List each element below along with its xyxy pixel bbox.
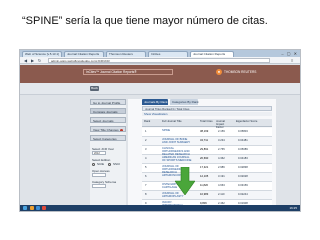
- sidebar-box-label: View Title Changes: [93, 128, 119, 132]
- taskbar-clock: 16:25: [289, 206, 297, 210]
- table-cell-cites: 12,105: [200, 175, 209, 178]
- table-cell-jif: 2.159: [218, 130, 225, 133]
- table-row[interactable]: 6 ARTHROSCOPY 12,105 3.191 0.02028: [142, 173, 272, 182]
- table-cell-eigen: 0.03159: [238, 184, 248, 187]
- table-cell-jif: 4.663: [218, 184, 225, 187]
- table-cell-eigen: 0.04183: [238, 157, 248, 160]
- sidebar-compare-journals[interactable]: Compare Journals: [90, 108, 126, 114]
- tab-journals-by-rank[interactable]: Journals By Rank: [142, 99, 168, 105]
- left-sidebar: Go to Journal Profile Compare Journals S…: [90, 99, 126, 211]
- thomson-reuters-logo-icon: ●: [216, 69, 222, 75]
- table-row[interactable]: 7 OSTEOARTHRITIS AND CARTILAGE 11,820 4.663…: [142, 182, 272, 191]
- main-panel: Journals By Rank Categories By Rank Jour…: [128, 99, 276, 211]
- banner-title[interactable]: InCites™ Journal Citation Reports®: [83, 69, 173, 75]
- table-row[interactable]: 1 SPINE 38,169 2.159 0.05803: [142, 128, 272, 137]
- edition-label: SCIE: [97, 162, 105, 166]
- taskbar-app-icon[interactable]: [36, 206, 40, 210]
- window-controls[interactable]: – ▢ ✕: [281, 51, 298, 56]
- table-cell-eigen: 0.02244: [238, 193, 248, 196]
- site-banner: InCites™ Journal Citation Reports® ● THO…: [20, 65, 300, 83]
- column-header[interactable]: Total Cites: [200, 120, 213, 123]
- start-button-icon[interactable]: [23, 206, 27, 210]
- table-header: Rank Full Journal Title Total Cites Jour…: [142, 119, 272, 129]
- table-cell-cites: 9,623: [200, 211, 207, 212]
- table-cell-eigen: 0.02838: [238, 166, 248, 169]
- back-arrow-icon[interactable]: ◀: [23, 58, 28, 63]
- browser-tab-bar: Web of Science [v.5.13.1] Journal Citati…: [20, 50, 300, 57]
- table-cell-jif: 2.110: [218, 193, 225, 196]
- sidebar-view-title-changes[interactable]: View Title Changes: [90, 126, 126, 132]
- sidebar-go-to-journal[interactable]: Go to Journal Profile: [90, 99, 126, 105]
- back-button[interactable]: Back: [90, 86, 99, 91]
- table-cell-jif: 2.765: [218, 148, 225, 151]
- menu-icon[interactable]: ≡: [291, 58, 296, 63]
- edition-label: SSCI: [113, 162, 121, 166]
- table-cell-rank: 10: [145, 211, 148, 212]
- table-cell-jif: 3.234: [218, 139, 225, 142]
- table-cell-jif: 3.191: [218, 175, 225, 178]
- table-row[interactable]: 2 JOURNAL OF BONE AND JOINT SURGERY 34,711…: [142, 137, 272, 146]
- green-down-arrow-icon: [175, 167, 195, 195]
- table-cell-cites: 34,711: [200, 139, 209, 142]
- table-cell-rank: 8: [145, 193, 147, 196]
- table-row[interactable]: 5JOURNAL OF ORTHOPAEDIC RESEARCH17,3212.…: [142, 164, 272, 174]
- edition-radio[interactable]: [92, 163, 95, 166]
- table-row[interactable]: 3CLINICAL ORTHOPAEDICS AND RELATED RESEA…: [142, 146, 272, 156]
- forward-arrow-icon[interactable]: ▶: [30, 58, 35, 63]
- table-cell-cites: 29,891: [200, 148, 209, 151]
- column-header[interactable]: Rank: [144, 120, 150, 123]
- table-cell-rank: 2: [145, 139, 147, 142]
- table-cell-cites: 10,983: [200, 193, 209, 196]
- table-cell-eigen: 0.05803: [238, 130, 248, 133]
- table-row[interactable]: 4 AMERICAN JOURNAL OF SPORTS MEDICINE 20,6…: [142, 155, 272, 164]
- table-cell-eigen: 0.04481: [238, 139, 248, 142]
- sidebar-select-categories[interactable]: Select Categories: [90, 135, 126, 141]
- results-info: Journal Titles Ranked by Total Cites: [142, 106, 272, 111]
- table-cell-title[interactable]: SPINE: [162, 129, 192, 132]
- page-toolbar: Back: [20, 83, 300, 95]
- alert-dot-icon: [120, 129, 123, 131]
- column-header[interactable]: Eigenfactor Score: [236, 120, 257, 123]
- sidebar-select-journals[interactable]: Select Journals: [90, 117, 126, 123]
- jcr-year-value: 2012: [94, 152, 100, 155]
- table-cell-jif: 4.362: [218, 157, 225, 160]
- edition-radio[interactable]: [108, 163, 111, 166]
- table-row[interactable]: 8 JOURNAL OF ARTHROPLASTY 10,983 2.110 0.022…: [142, 191, 272, 200]
- tab-categories-by-rank[interactable]: Categories By Rank: [170, 99, 199, 105]
- table-cell-cites: 38,169: [200, 130, 209, 133]
- table-cell-rank: 3: [145, 148, 147, 151]
- jcr-year-select[interactable]: 2012: [92, 151, 106, 155]
- reload-icon[interactable]: ↻: [37, 58, 42, 63]
- taskbar-app-icon[interactable]: [42, 206, 46, 210]
- url-input[interactable]: admin-apps.webofknowledge.com/JCR/JCR: [48, 58, 270, 63]
- table-cell-rank: 4: [145, 157, 147, 160]
- table-cell-eigen: 0.05089: [238, 148, 248, 151]
- visualization-link[interactable]: Show Visualization: [142, 112, 272, 116]
- table-cell-rank: 1: [145, 130, 147, 133]
- table-cell-eigen: 0.02491: [238, 211, 248, 212]
- slide-caption: “SPINE” sería la que tiene mayor número …: [22, 15, 268, 27]
- table-cell-jif: 2.473: [218, 211, 225, 212]
- address-bar: ◀ ▶ ↻ admin-apps.webofknowledge.com/JCR/…: [20, 57, 300, 64]
- table-cell-cites: 17,321: [200, 166, 209, 169]
- table-cell-jif: 2.986: [218, 166, 225, 169]
- open-access-select[interactable]: [92, 173, 106, 177]
- os-taskbar: 16:25: [20, 205, 300, 211]
- table-cell-title[interactable]: AMERICAN JOURNAL OF SPORTS MEDICINE: [162, 156, 192, 162]
- table-cell-rank: 6: [145, 175, 147, 178]
- column-header[interactable]: Full Journal Title: [162, 120, 182, 123]
- table-cell-rank: 5: [145, 166, 147, 169]
- table-cell-cites: 11,820: [200, 184, 209, 187]
- table-cell-eigen: 0.02028: [238, 175, 248, 178]
- taskbar-app-icon[interactable]: [30, 206, 34, 210]
- table-cell-title[interactable]: JOURNAL OF BONE AND JOINT SURGERY: [162, 138, 192, 144]
- screenshot-frame: Web of Science [v.5.13.1] Journal Citati…: [19, 49, 301, 212]
- table-cell-rank: 7: [145, 184, 147, 187]
- category-schema-select[interactable]: [92, 184, 106, 188]
- brand-name: THOMSON REUTERS: [224, 70, 257, 74]
- table-cell-cites: 20,690: [200, 157, 209, 160]
